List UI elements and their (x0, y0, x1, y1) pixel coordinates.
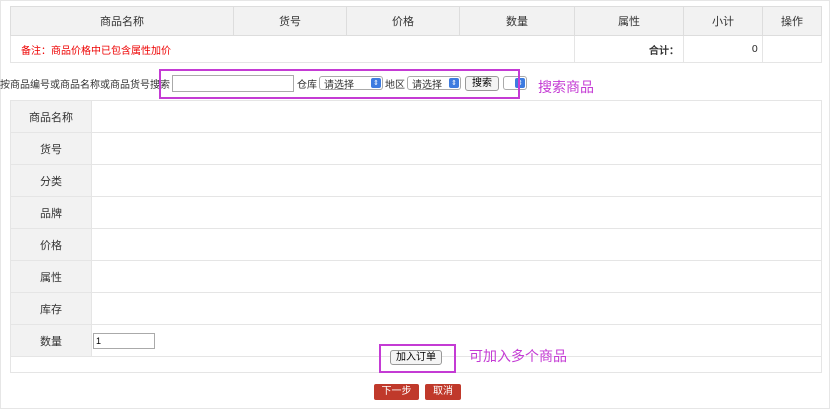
total-actions-cell (762, 35, 822, 63)
col-quantity: 数量 (459, 6, 575, 36)
search-label: 按商品编号或商品名称或商品货号搜索 (0, 79, 170, 91)
total-label: 合计： (574, 35, 684, 63)
detail-label: 分类 (10, 164, 92, 197)
detail-row: 价格 (10, 228, 822, 261)
col-actions: 操作 (762, 6, 822, 36)
total-value: 0 (683, 35, 763, 63)
detail-row: 属性 (10, 260, 822, 293)
detail-row: 分类 (10, 164, 822, 197)
add-highlight-box (379, 344, 456, 373)
detail-label: 属性 (10, 260, 92, 293)
detail-label: 货号 (10, 132, 92, 165)
detail-row: 货号 (10, 132, 822, 165)
detail-value (91, 260, 822, 293)
add-annotation: 可加入多个商品 (469, 349, 567, 365)
detail-value (91, 196, 822, 229)
cart-total-row: 备注：商品价格中已包含属性加价 合计： 0 (10, 35, 822, 63)
detail-value (91, 292, 822, 325)
next-step-button[interactable]: 下一步 (374, 384, 419, 400)
detail-label: 品牌 (10, 196, 92, 229)
cart-table: 商品名称 货号 价格 数量 属性 小计 操作 备注：商品价格中已包含属性加价 合… (10, 6, 822, 63)
col-attributes: 属性 (574, 6, 684, 36)
col-sku: 货号 (233, 6, 347, 36)
col-product-name: 商品名称 (10, 6, 234, 36)
product-detail-table: 商品名称 货号 分类 品牌 价格 属性 库存 数量 (10, 100, 822, 357)
col-price: 价格 (346, 6, 460, 36)
detail-value (91, 100, 822, 133)
detail-row: 商品名称 (10, 100, 822, 133)
search-highlight-box (159, 69, 520, 99)
search-annotation: 搜索商品 (538, 80, 594, 96)
detail-value (91, 132, 822, 165)
price-note: 备注：商品价格中已包含属性加价 (10, 35, 575, 63)
cancel-button[interactable]: 取消 (425, 384, 461, 400)
detail-value (91, 228, 822, 261)
detail-value (91, 164, 822, 197)
detail-row: 库存 (10, 292, 822, 325)
detail-label: 价格 (10, 228, 92, 261)
detail-label: 商品名称 (10, 100, 92, 133)
cart-header-row: 商品名称 货号 价格 数量 属性 小计 操作 (10, 6, 822, 36)
col-subtotal: 小计 (683, 6, 763, 36)
detail-label: 库存 (10, 292, 92, 325)
detail-row: 品牌 (10, 196, 822, 229)
